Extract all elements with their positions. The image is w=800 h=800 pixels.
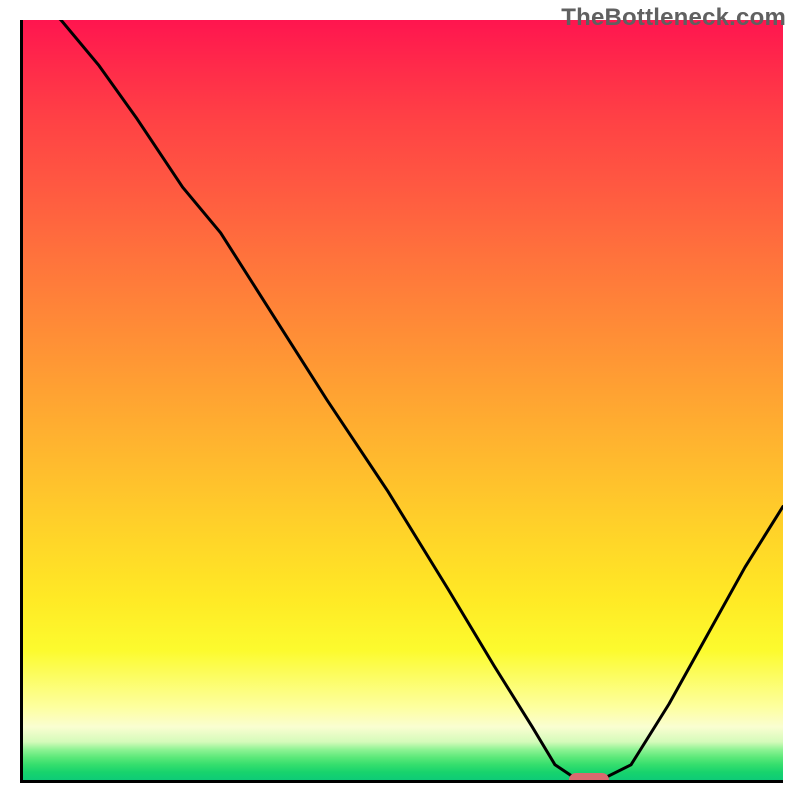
bottleneck-curve	[23, 20, 783, 780]
curve-path	[23, 20, 783, 780]
chart-frame: TheBottleneck.com	[0, 0, 800, 800]
optimum-marker	[569, 773, 609, 783]
plot-area	[20, 20, 783, 783]
watermark-text: TheBottleneck.com	[561, 4, 786, 32]
